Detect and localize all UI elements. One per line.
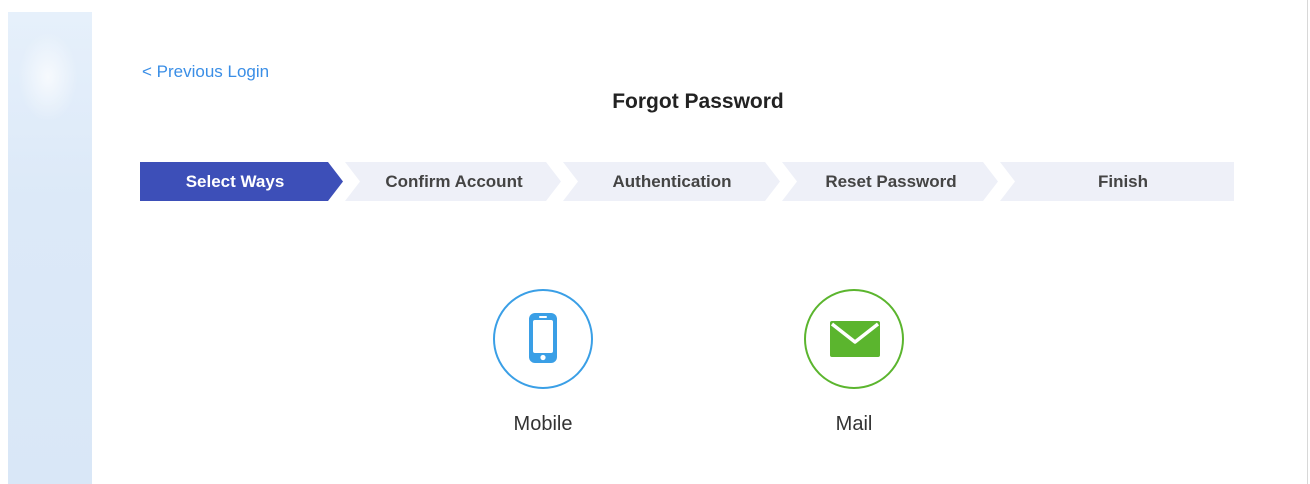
step-authentication: Authentication (612, 172, 732, 191)
mobile-option-circle[interactable] (493, 289, 593, 389)
mail-option-label: Mail (835, 413, 873, 435)
mobile-option-label: Mobile (513, 413, 573, 435)
mail-option-circle[interactable] (804, 289, 904, 389)
page-title: Forgot Password (612, 90, 784, 113)
step-progress-bar: Select Ways Confirm Account Authenticati… (140, 162, 1234, 201)
step-reset-password: Reset Password (825, 172, 957, 191)
side-decoration-panel (8, 12, 92, 484)
mail-option[interactable]: Mail (804, 289, 904, 436)
mobile-option[interactable]: Mobile (493, 289, 593, 436)
step-confirm-account: Confirm Account (385, 172, 523, 191)
mobile-phone-icon (529, 313, 557, 363)
step-select-ways: Select Ways (185, 172, 285, 191)
previous-login-link[interactable]: < Previous Login (142, 62, 269, 82)
step-finish: Finish (1097, 172, 1149, 191)
envelope-icon (830, 321, 880, 357)
page-right-border (1307, 0, 1308, 484)
